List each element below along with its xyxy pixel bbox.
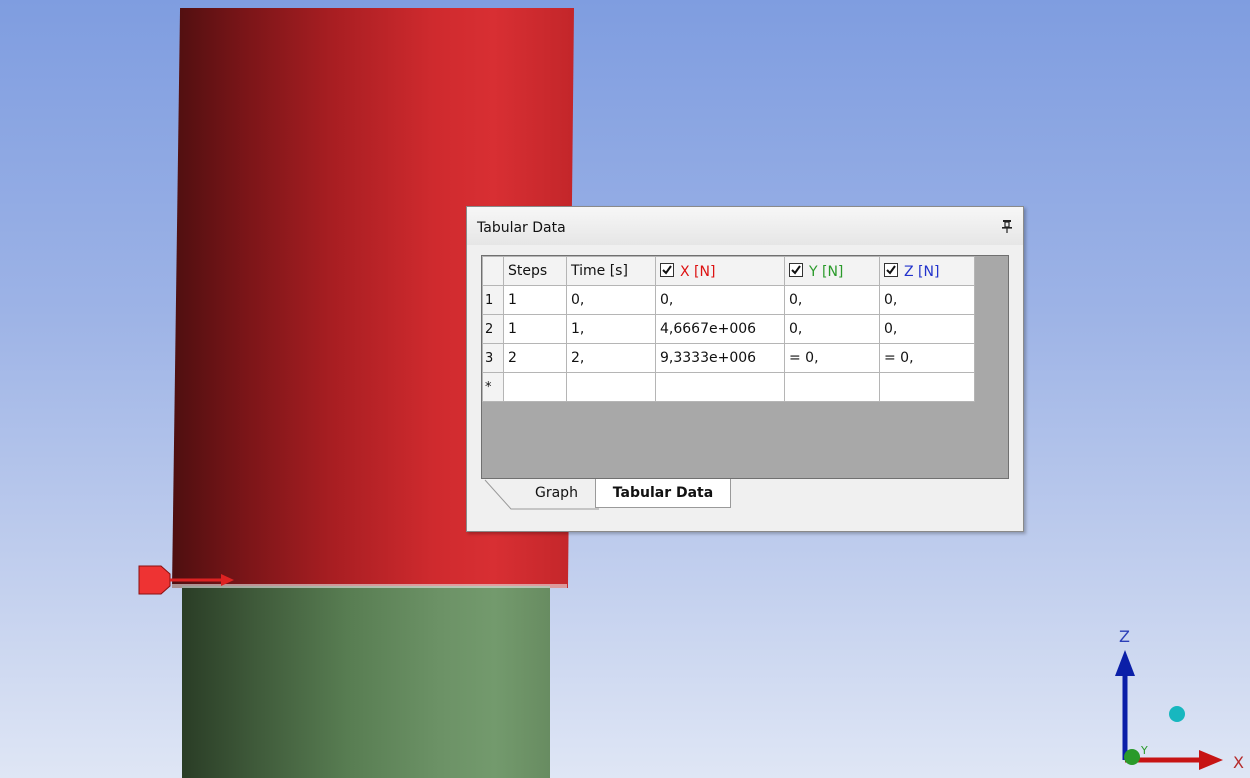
tab-graph[interactable]: Graph [497,479,597,507]
z-column-header[interactable]: Z [N] [879,256,975,286]
tab-graph-label: Graph [535,485,578,501]
time-cell[interactable]: 1, [566,314,656,344]
axis-triad: Z Y X [1115,627,1244,772]
time-cell[interactable] [566,372,656,402]
z-cell[interactable]: = 0, [879,343,975,373]
z-axis-label: Z [1119,627,1130,646]
steps-cell[interactable]: 1 [503,285,567,315]
y-column-header[interactable]: Y [N] [784,256,880,286]
z-checkbox[interactable] [884,262,898,277]
pin-icon[interactable] [1001,219,1013,233]
y-cell[interactable]: = 0, [784,343,880,373]
x-checkbox[interactable] [660,262,674,277]
lower-cylinder-body[interactable] [182,586,550,778]
row-number[interactable]: 1 [482,285,504,315]
y-cell[interactable]: 0, [784,285,880,315]
y-axis-label: Y [1140,744,1148,757]
z-column-label: Z [N] [904,263,940,280]
table-row[interactable]: 2 1 1, 4,6667e+006 0, 0, [482,314,975,344]
tab-tabular-data[interactable]: Tabular Data [595,479,731,508]
x-cell[interactable]: 0, [655,285,785,315]
panel-tab-strip: Graph Tabular Data [481,479,1007,511]
y-cell[interactable]: 0, [784,314,880,344]
steps-header[interactable]: Steps [503,256,567,286]
data-grid-area: Steps Time [s] X [N] Y [N] Z [N] 1 1 0, … [481,255,1009,479]
z-cell[interactable]: 0, [879,314,975,344]
x-cell[interactable]: 9,3333e+006 [655,343,785,373]
x-axis-label: X [1233,753,1244,772]
tabular-data-grid: Steps Time [s] X [N] Y [N] Z [N] 1 1 0, … [482,256,975,402]
header-row: Steps Time [s] X [N] Y [N] Z [N] [482,256,975,286]
time-header[interactable]: Time [s] [566,256,656,286]
x-cell[interactable]: 4,6667e+006 [655,314,785,344]
x-cell[interactable] [655,372,785,402]
x-column-header[interactable]: X [N] [655,256,785,286]
panel-title: Tabular Data [477,220,566,236]
z-cell[interactable] [879,372,975,402]
tabular-data-panel[interactable]: Tabular Data Steps Time [s] X [N] Y [N] … [466,206,1024,532]
new-row[interactable]: * [482,372,975,402]
row-number[interactable]: 3 [482,343,504,373]
corner-cell [482,256,504,286]
panel-title-bar[interactable]: Tabular Data [467,207,1023,245]
table-row[interactable]: 3 2 2, 9,3333e+006 = 0, = 0, [482,343,975,373]
steps-cell[interactable]: 1 [503,314,567,344]
steps-cell[interactable] [503,372,567,402]
y-cell[interactable] [784,372,880,402]
table-row[interactable]: 1 1 0, 0, 0, 0, [482,285,975,315]
force-marker-icon[interactable] [137,564,237,596]
x-column-label: X [N] [680,263,716,280]
row-number[interactable]: 2 [482,314,504,344]
time-cell[interactable]: 2, [566,343,656,373]
y-column-label: Y [N] [809,263,844,280]
z-cell[interactable]: 0, [879,285,975,315]
time-cell[interactable]: 0, [566,285,656,315]
new-row-marker[interactable]: * [482,372,504,402]
steps-cell[interactable]: 2 [503,343,567,373]
y-checkbox[interactable] [789,262,803,277]
